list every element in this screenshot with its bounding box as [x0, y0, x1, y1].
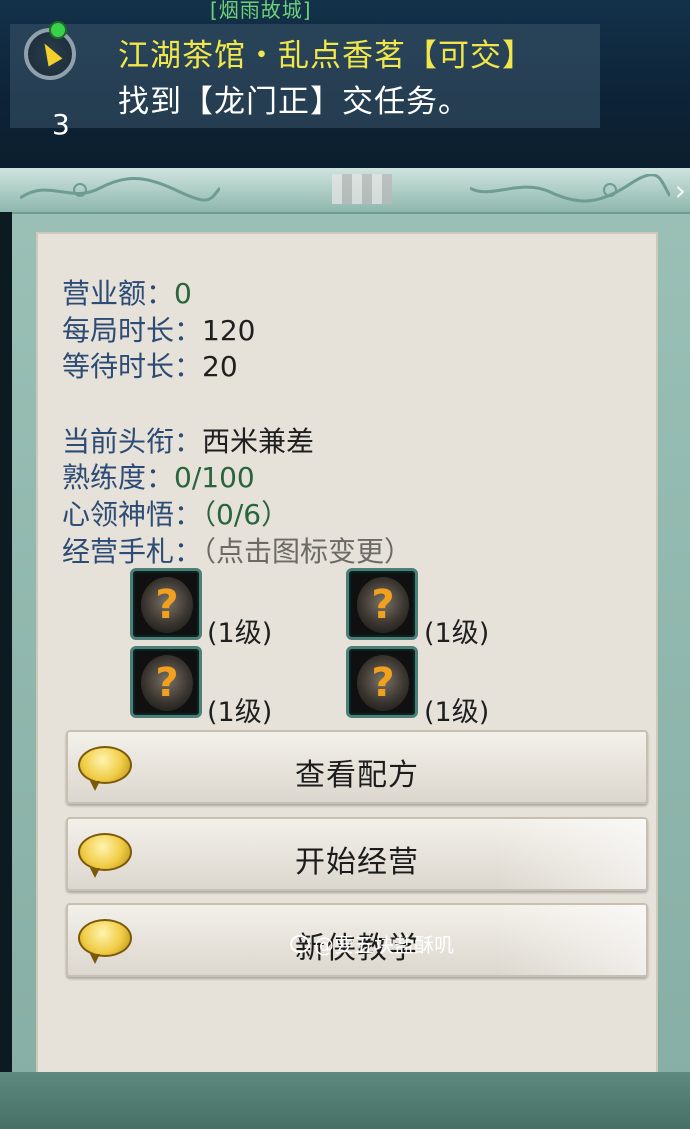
revenue-row: 营业额：0: [62, 272, 192, 312]
round-time-row: 每局时长：120: [62, 309, 255, 349]
quest-title[interactable]: 江湖茶馆・乱点香茗【可交】: [118, 30, 534, 75]
round-time-value: 120: [202, 314, 256, 347]
tool-slot[interactable]: ?: [130, 646, 202, 718]
notes-label: 经营手札：: [62, 535, 203, 568]
panel-left-edge: [0, 212, 12, 1072]
notes-row: 经营手札：（点击图标变更）: [62, 530, 412, 570]
title-row: 当前头衔：西米兼差: [62, 420, 314, 460]
title-value: 西米兼差: [202, 425, 315, 458]
wave-ornament-icon: [470, 174, 670, 203]
tool-slot[interactable]: ?: [346, 568, 418, 640]
watermark: @要五块盐酥叽: [290, 929, 454, 958]
tool-slot[interactable]: ?: [130, 568, 202, 640]
proficiency-value: 0/100: [174, 461, 255, 494]
watermark-text: @要五块盐酥叽: [314, 933, 454, 957]
view-recipes-label: 查看配方: [295, 758, 419, 793]
panel-bottom-bar: [0, 1072, 690, 1129]
direction-arrow-icon: [37, 39, 63, 67]
chevron-right-icon[interactable]: ›: [675, 174, 686, 207]
area-name: [烟雨故城]: [210, 0, 312, 22]
wait-time-row: 等待时长：20: [62, 345, 238, 385]
proficiency-row: 熟练度：0/100: [62, 456, 255, 496]
tool-level: (1级): [207, 697, 273, 728]
quest-description[interactable]: 找到【龙门正】交任务。: [118, 76, 470, 121]
question-mark-icon: ?: [141, 655, 193, 711]
view-recipes-button[interactable]: 查看配方: [66, 730, 648, 804]
compass-icon[interactable]: [24, 21, 76, 80]
wait-time-label: 等待时长：: [62, 350, 203, 383]
insight-label: 心领神悟：: [62, 498, 203, 531]
glare-overlay: [496, 819, 646, 889]
question-mark-icon: ?: [141, 577, 193, 633]
quest-count: 3: [52, 108, 70, 141]
tool-slot[interactable]: ?: [346, 646, 418, 718]
weibo-logo-icon: [290, 935, 310, 953]
round-time-label: 每局时长：: [62, 314, 203, 347]
insight-row: 心领神悟：（0/6）: [62, 493, 289, 533]
panel-title-obscured: [332, 174, 392, 204]
insight-value: （0/6）: [202, 498, 290, 531]
tool-level: (1级): [207, 618, 273, 649]
wave-ornament-icon: [20, 176, 220, 202]
question-mark-icon: ?: [357, 577, 409, 633]
panel-header: ›: [0, 168, 690, 214]
tool-level: (1级): [424, 697, 490, 728]
revenue-label: 营业额：: [62, 277, 175, 310]
compass-marker-icon: [49, 21, 67, 39]
revenue-value: 0: [174, 277, 192, 310]
title-label: 当前头衔：: [62, 425, 203, 458]
start-business-button[interactable]: 开始经营: [66, 817, 648, 891]
notes-hint: （点击图标变更）: [202, 535, 413, 568]
question-mark-icon: ?: [357, 655, 409, 711]
proficiency-label: 熟练度：: [62, 461, 175, 494]
glare-overlay: [496, 905, 646, 975]
tool-level: (1级): [424, 618, 490, 649]
wait-time-value: 20: [202, 350, 238, 383]
